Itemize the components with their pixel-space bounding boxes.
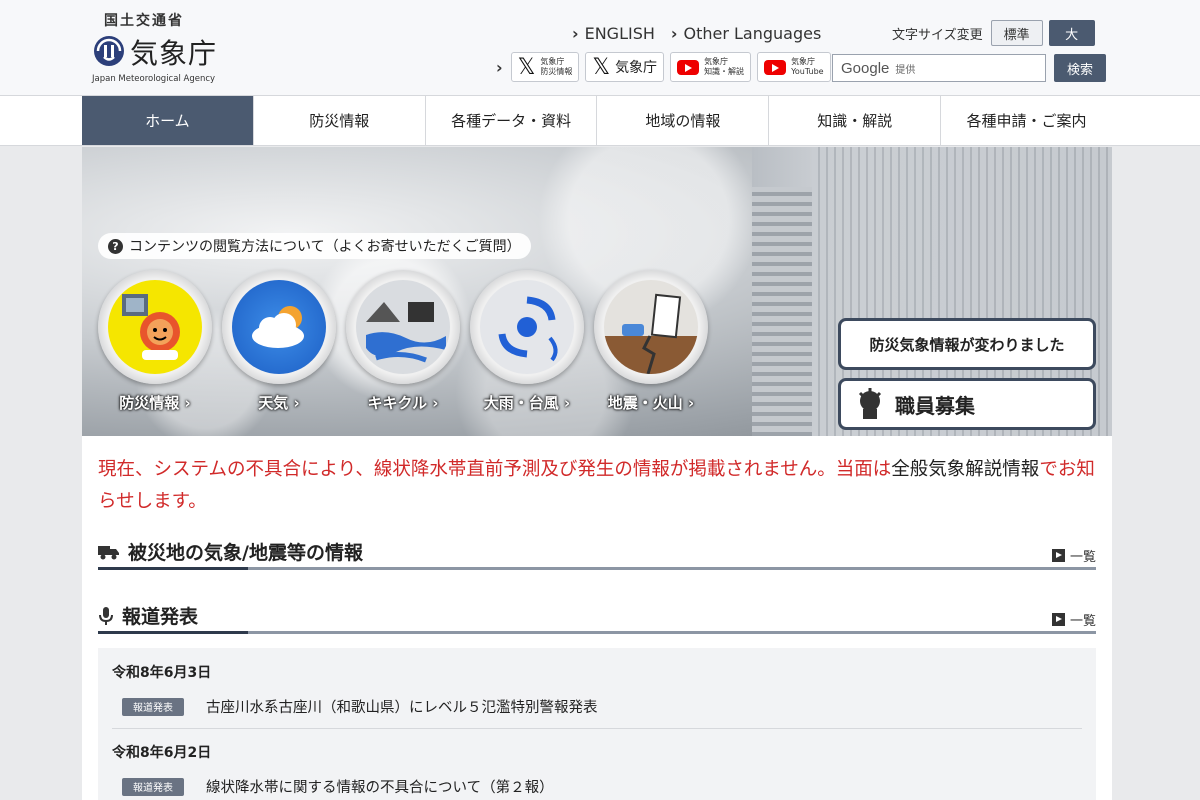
nav-item-region[interactable]: 地域の情報	[597, 96, 770, 145]
search-input[interactable]: Google 提供	[832, 54, 1046, 82]
hero-category-circles: 防災情報 天気 キキクル	[98, 270, 708, 413]
play-square-icon	[1051, 613, 1065, 626]
recruitment-label: 職員募集	[895, 393, 975, 418]
circle-earthquake-volcano-label: 地震・火山	[608, 392, 694, 413]
agency-name: 気象庁	[130, 37, 218, 70]
play-square-icon	[1051, 549, 1065, 562]
global-nav: ホーム 防災情報 各種データ・資料 地域の情報 知識・解説 各種申請・ご案内	[82, 96, 1112, 146]
social-links: › 𝕏 気象庁 防災情報 𝕏 気象庁 気象庁 知識・解説 気象庁 YouTube	[496, 52, 831, 82]
header-accent-bar	[98, 567, 248, 570]
faq-label: コンテンツの閲覧方法について（よくお寄せいただくご質問）	[129, 239, 521, 255]
circle-ring	[470, 270, 584, 384]
disaster-area-title: 被災地の気象/地震等の情報	[128, 542, 363, 564]
recruit-mascot-icon	[858, 388, 882, 419]
x-logo-icon: 𝕏	[592, 54, 611, 80]
disaster-area-section-header: 被災地の気象/地震等の情報 一覧	[98, 536, 1096, 570]
press-item-title[interactable]: 古座川水系古座川（和歌山県）にレベル５氾濫特別警報発表	[206, 696, 598, 717]
circle-ring	[346, 270, 460, 384]
circle-bousai-label: 防災情報	[119, 392, 190, 413]
press-item[interactable]: 報道発表 線状降水帯に関する情報の不具合について（第２報）	[122, 776, 554, 797]
header-accent-bar	[98, 631, 248, 634]
press-more-link[interactable]: 一覧	[1051, 610, 1096, 629]
press-date: 令和8年6月2日	[112, 745, 212, 761]
font-size-switcher: 文字サイズ変更 標準 大	[892, 20, 1095, 46]
youtube-knowledge-link[interactable]: 気象庁 知識・解説	[670, 52, 752, 82]
disaster-area-more-link[interactable]: 一覧	[1051, 546, 1096, 565]
system-notice: 現在、システムの不具合により、線状降水帯直前予測及び発生の情報が掲載されません。…	[98, 454, 1098, 518]
circle-rain-typhoon-label: 大雨・台風	[484, 392, 570, 413]
question-icon: ?	[108, 238, 123, 254]
circle-rain-typhoon[interactable]: 大雨・台風	[470, 270, 584, 413]
circle-ring	[98, 270, 212, 384]
x-bousai-label: 気象庁 防災情報	[540, 57, 573, 76]
press-section-header: 報道発表 一覧	[98, 600, 1096, 634]
x-jma-label: 気象庁	[615, 60, 658, 76]
circle-kikikuru[interactable]: キキクル	[346, 270, 460, 413]
youtube-jma-label: 気象庁 YouTube	[791, 57, 824, 76]
font-size-large-button[interactable]: 大	[1048, 20, 1095, 46]
circle-weather-label: 天気	[258, 392, 299, 413]
circle-ring	[222, 270, 336, 384]
jma-emblem-icon	[94, 36, 124, 66]
earthquake-icon	[604, 280, 698, 374]
bousai-info-changed-button[interactable]: 防災気象情報が変わりました	[838, 318, 1096, 370]
press-item[interactable]: 報道発表 古座川水系古座川（和歌山県）にレベル５氾濫特別警報発表	[122, 696, 598, 717]
nav-item-bousai[interactable]: 防災情報	[254, 96, 426, 145]
nav-item-applications[interactable]: 各種申請・ご案内	[941, 96, 1112, 145]
x-bousai-link[interactable]: 𝕏 気象庁 防災情報	[510, 52, 580, 82]
google-brand: Google	[841, 59, 890, 77]
circle-ring	[594, 270, 708, 384]
font-size-label: 文字サイズ変更	[892, 27, 983, 43]
bousai-mascot-icon	[108, 280, 202, 374]
search-provided-label: 提供	[895, 64, 916, 76]
notice-link[interactable]: 全般気象解説情報	[891, 459, 1039, 480]
site-header: 国土交通省 気象庁 Japan Meteorological Agency EN…	[0, 0, 1200, 96]
chevron-right-icon: ›	[496, 57, 503, 77]
nav-item-data[interactable]: 各種データ・資料	[426, 96, 598, 145]
nav-item-home[interactable]: ホーム	[82, 96, 254, 145]
microphone-icon	[99, 606, 113, 625]
other-languages-link[interactable]: Other Languages	[671, 24, 821, 43]
press-tag: 報道発表	[122, 697, 184, 716]
circle-weather[interactable]: 天気	[222, 270, 336, 413]
nav-item-knowledge[interactable]: 知識・解説	[769, 96, 942, 145]
youtube-jma-link[interactable]: 気象庁 YouTube	[757, 52, 831, 82]
language-links: ENGLISH Other Languages	[572, 24, 822, 43]
press-item-title[interactable]: 線状降水帯に関する情報の不具合について（第２報）	[206, 776, 554, 797]
youtube-knowledge-label: 気象庁 知識・解説	[704, 57, 745, 76]
circle-kikikuru-label: キキクル	[368, 392, 439, 413]
truck-icon	[98, 545, 119, 559]
search-button[interactable]: 検索	[1054, 54, 1106, 82]
agency-name-en: Japan Meteorological Agency	[92, 74, 216, 84]
typhoon-icon	[480, 280, 574, 374]
font-size-standard-button[interactable]: 標準	[990, 20, 1043, 46]
english-link[interactable]: ENGLISH	[572, 24, 655, 43]
building-side	[752, 187, 812, 436]
x-jma-link[interactable]: 𝕏 気象庁	[585, 52, 665, 82]
youtube-icon	[677, 59, 700, 75]
jma-logo[interactable]: 国土交通省 気象庁 Japan Meteorological Agency	[92, 10, 232, 88]
faq-link[interactable]: ? コンテンツの閲覧方法について（よくお寄せいただくご質問）	[98, 233, 531, 259]
divider	[112, 728, 1082, 729]
press-title: 報道発表	[122, 606, 199, 628]
notice-text: 現在、システムの不具合により、線状降水帯直前予測及び発生の情報が掲載されません。…	[98, 459, 892, 480]
more-label: 一覧	[1069, 550, 1096, 565]
circle-earthquake-volcano[interactable]: 地震・火山	[594, 270, 708, 413]
press-date: 令和8年6月3日	[112, 665, 212, 681]
landslide-flood-icon	[356, 280, 450, 374]
more-label: 一覧	[1069, 614, 1096, 629]
recruitment-button[interactable]: 職員募集	[838, 378, 1096, 430]
press-tag: 報道発表	[122, 777, 184, 796]
sun-cloud-icon	[232, 280, 326, 374]
youtube-icon	[764, 59, 787, 75]
press-release-list: 令和8年6月3日 報道発表 古座川水系古座川（和歌山県）にレベル５氾濫特別警報発…	[98, 648, 1096, 800]
x-logo-icon: 𝕏	[517, 54, 536, 80]
circle-bousai[interactable]: 防災情報	[98, 270, 212, 413]
ministry-name: 国土交通省	[104, 13, 184, 29]
